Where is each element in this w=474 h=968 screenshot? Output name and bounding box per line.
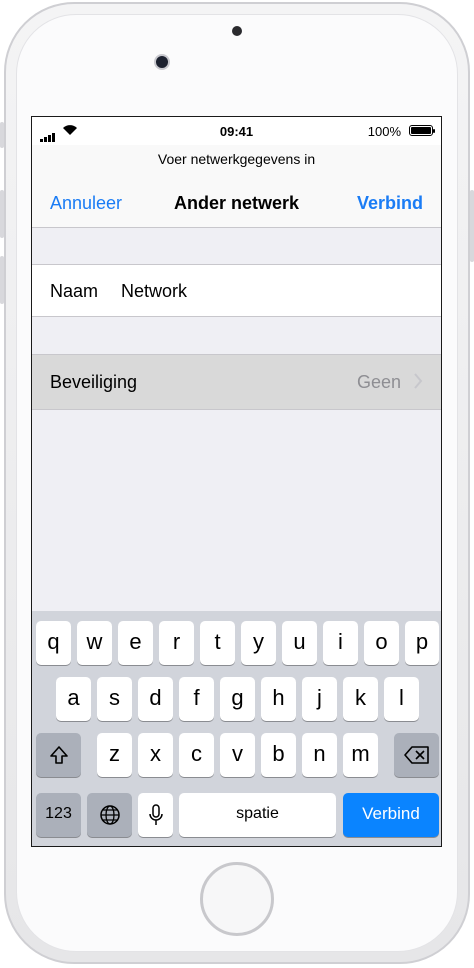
globe-icon bbox=[99, 805, 120, 825]
key-w[interactable]: w bbox=[77, 621, 112, 665]
backspace-icon bbox=[403, 746, 429, 764]
home-button[interactable] bbox=[200, 862, 274, 936]
key-z[interactable]: z bbox=[97, 733, 132, 777]
volume-up-button bbox=[0, 190, 4, 238]
key-d[interactable]: d bbox=[138, 677, 173, 721]
volume-down-button bbox=[0, 256, 4, 304]
key-m[interactable]: m bbox=[343, 733, 378, 777]
key-l[interactable]: l bbox=[384, 677, 419, 721]
screen: 09:41 100% Voer netwerkgegevens in Ander… bbox=[31, 116, 442, 847]
key-t[interactable]: t bbox=[200, 621, 235, 665]
key-q[interactable]: q bbox=[36, 621, 71, 665]
key-u[interactable]: u bbox=[282, 621, 317, 665]
key-s[interactable]: s bbox=[97, 677, 132, 721]
key-j[interactable]: j bbox=[302, 677, 337, 721]
key-f[interactable]: f bbox=[179, 677, 214, 721]
microphone-icon bbox=[148, 804, 163, 826]
name-field[interactable]: Network bbox=[121, 281, 187, 302]
key-r[interactable]: r bbox=[159, 621, 194, 665]
keyboard: q w e r t y u i o p a s d f g h j k l z … bbox=[32, 611, 441, 846]
power-button bbox=[470, 190, 474, 262]
status-bar: 09:41 100% bbox=[32, 117, 441, 145]
key-i[interactable]: i bbox=[323, 621, 358, 665]
dictation-key[interactable] bbox=[138, 793, 173, 837]
key-h[interactable]: h bbox=[261, 677, 296, 721]
cancel-button[interactable]: Annuleer bbox=[50, 193, 122, 214]
key-a[interactable]: a bbox=[56, 677, 91, 721]
shift-key[interactable] bbox=[36, 733, 81, 777]
key-y[interactable]: y bbox=[241, 621, 276, 665]
battery-icon bbox=[409, 125, 435, 136]
mute-switch bbox=[0, 122, 4, 148]
key-p[interactable]: p bbox=[405, 621, 439, 665]
sensor-dot bbox=[232, 26, 242, 36]
key-k[interactable]: k bbox=[343, 677, 378, 721]
key-n[interactable]: n bbox=[302, 733, 337, 777]
key-b[interactable]: b bbox=[261, 733, 296, 777]
chevron-right-icon bbox=[414, 373, 423, 389]
header-prompt: Voer netwerkgegevens in bbox=[157, 151, 316, 167]
space-key[interactable]: spatie bbox=[179, 793, 336, 837]
globe-key[interactable] bbox=[87, 793, 132, 837]
backspace-key[interactable] bbox=[394, 733, 439, 777]
key-e[interactable]: e bbox=[118, 621, 153, 665]
key-o[interactable]: o bbox=[364, 621, 399, 665]
numbers-key[interactable]: 123 bbox=[36, 793, 81, 837]
key-v[interactable]: v bbox=[220, 733, 255, 777]
security-row[interactable]: Beveiliging Geen bbox=[32, 354, 441, 410]
return-key[interactable]: Verbind bbox=[343, 793, 439, 837]
name-label: Naam bbox=[50, 281, 99, 301]
name-row[interactable]: Naam Network bbox=[32, 264, 441, 317]
connect-button[interactable]: Verbind bbox=[357, 193, 423, 214]
front-camera bbox=[154, 54, 170, 70]
battery-percentage: 100% bbox=[367, 124, 401, 139]
security-label: Beveiliging bbox=[50, 372, 138, 392]
security-value: Geen bbox=[356, 372, 401, 392]
key-c[interactable]: c bbox=[179, 733, 214, 777]
key-x[interactable]: x bbox=[138, 733, 173, 777]
shift-icon bbox=[49, 746, 68, 764]
key-g[interactable]: g bbox=[220, 677, 255, 721]
navigation-header: Voer netwerkgegevens in Ander netwerk An… bbox=[32, 145, 441, 228]
